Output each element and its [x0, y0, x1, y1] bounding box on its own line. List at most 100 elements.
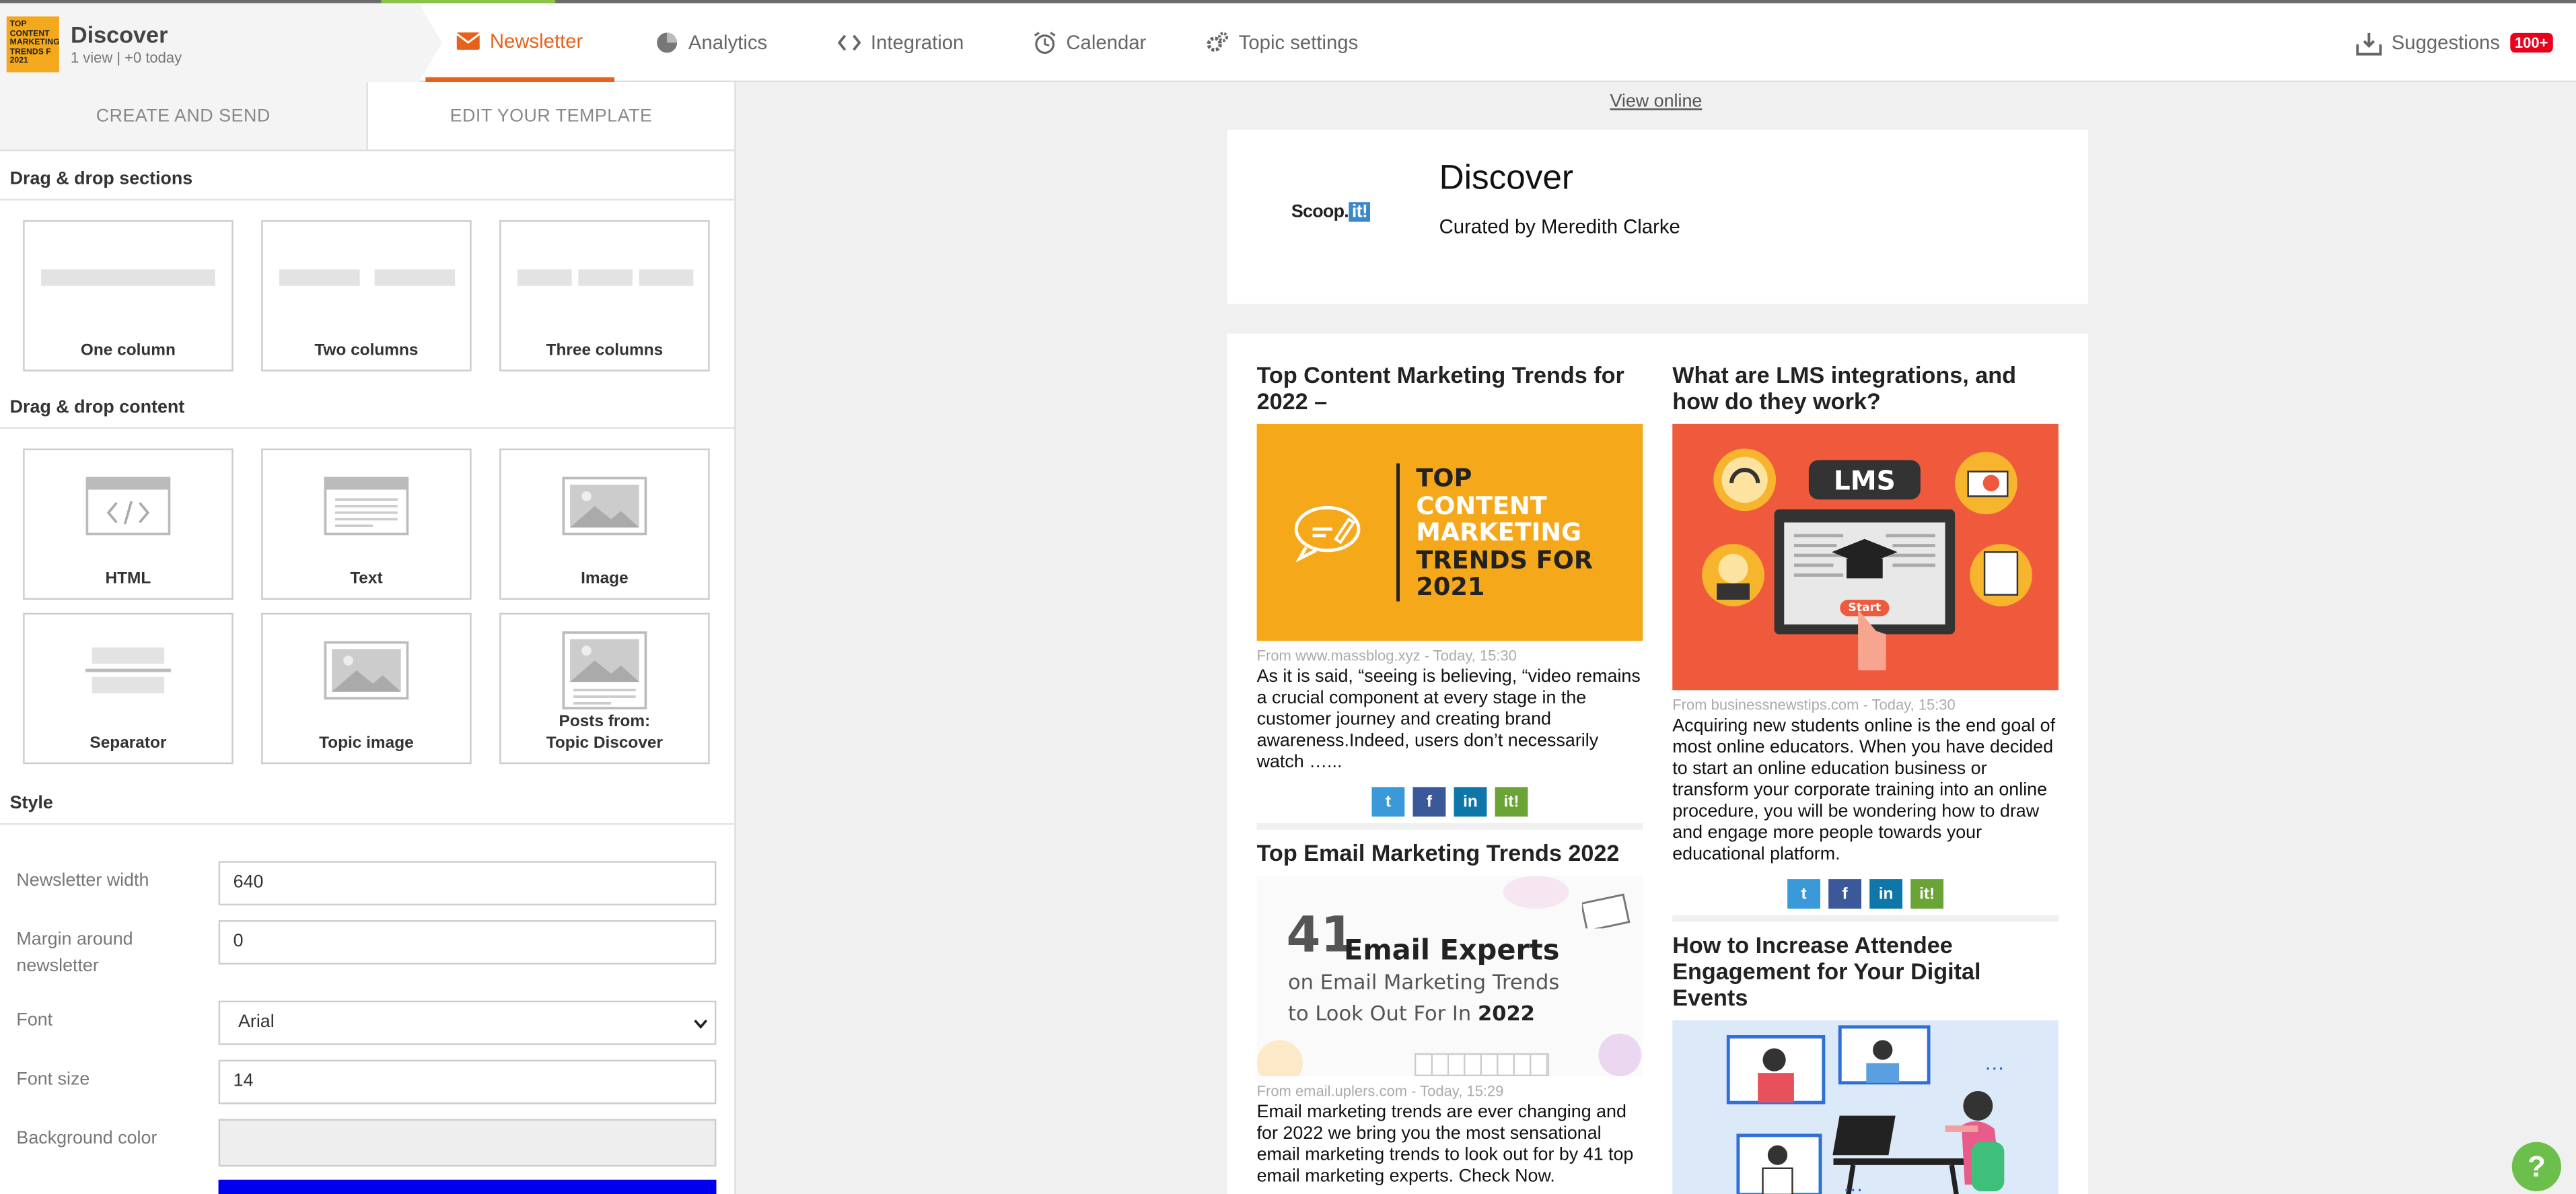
tab-analytics-label: Analytics [688, 31, 768, 55]
sections-heading: Drag & drop sections [0, 151, 735, 201]
svg-text:…: … [1843, 1173, 1863, 1194]
tab-edit-your-template[interactable]: EDIT YOUR TEMPLATE [367, 82, 735, 150]
logo-it: it! [1349, 202, 1371, 222]
topic-stats: 1 view | +0 today [70, 49, 182, 66]
link-color-swatch[interactable] [218, 1179, 717, 1194]
caption-line-3: MARKETING [1416, 518, 1582, 547]
article-divider [1256, 823, 1643, 830]
start-label: Start [1848, 601, 1882, 615]
tab-calendar[interactable]: Calendar [1034, 3, 1146, 82]
scoopit-share-icon[interactable]: it! [1910, 879, 1944, 909]
article-image[interactable]: 41 Email Experts on Email Marketing Tren… [1256, 876, 1643, 1077]
separator-icon [25, 647, 232, 694]
article-title[interactable]: Top Email Marketing Trends 2022 [1257, 840, 1643, 866]
margin-input[interactable]: 0 [218, 920, 717, 965]
linkedin-share-icon[interactable]: in [1869, 879, 1903, 909]
article-image[interactable]: LMS Start [1672, 423, 2059, 691]
twitter-share-icon[interactable]: t [1371, 787, 1405, 817]
logo-text: Scoop. [1291, 202, 1349, 222]
curated-by: Curated by Meredith Clarke [1439, 215, 1680, 238]
html-tile[interactable]: HTML [23, 448, 234, 600]
three-columns-icon [501, 269, 709, 286]
experts-line1: Email Experts [1343, 935, 1560, 968]
tab-integration-label: Integration [870, 31, 964, 55]
twitter-share-icon[interactable]: t [1787, 879, 1820, 909]
image-icon [501, 477, 709, 536]
article-source: From email.uplers.com - Today, 15:29 [1256, 1082, 1504, 1100]
divider-line [1396, 463, 1400, 602]
newsletter-width-input[interactable]: 640 [218, 861, 717, 906]
alarm-clock-icon [1034, 32, 1056, 55]
topic-title: Discover [70, 21, 168, 48]
experts-line3: to Look Out For In 2022 [1288, 1001, 1535, 1027]
linkedin-share-icon[interactable]: in [1454, 787, 1487, 817]
article-title[interactable]: Top Content Marketing Trends for 2022 – [1257, 361, 1643, 414]
newsletter-content: Top Content Marketing Trends for 2022 – … [1227, 333, 2088, 1194]
share-buttons: t f in it! [1257, 787, 1643, 817]
code-icon [838, 34, 861, 51]
newsletter-width-label: Newsletter width [16, 870, 149, 891]
envelope-icon [457, 31, 480, 49]
article-summary: Acquiring new students online is the end… [1672, 716, 2056, 865]
two-columns-tile[interactable]: Two columns [261, 220, 472, 372]
font-label: Font [16, 1010, 53, 1030]
article-title[interactable]: How to Increase Attendee Engagement for … [1672, 932, 2059, 1010]
font-select[interactable]: Arial [218, 1000, 717, 1045]
separator-tile[interactable]: Separator [23, 612, 234, 765]
help-button[interactable]: ? [2511, 1142, 2561, 1191]
style-heading: Style [0, 775, 735, 825]
image-tile[interactable]: Image [499, 448, 710, 600]
decor-grid [1414, 1053, 1550, 1077]
view-online-link[interactable]: View online [1610, 92, 1702, 112]
decor-blob [1598, 1033, 1641, 1077]
virtual-event-illustration: … … [1726, 1025, 2005, 1194]
font-size-label: Font size [16, 1069, 90, 1090]
margin-label: Margin around newsletter [16, 929, 133, 977]
article-title[interactable]: What are LMS integrations, and how do th… [1672, 361, 2059, 414]
article-divider [1672, 915, 2059, 922]
one-column-icon [25, 269, 232, 286]
suggestions-button[interactable]: Suggestions 100+ [2355, 3, 2553, 82]
pie-chart-icon [657, 32, 678, 53]
right-column: What are LMS integrations, and how do th… [1672, 361, 2059, 1194]
topic-thumbnail: TOP CONTENT MARKETING TRENDS F 2021 [6, 16, 59, 73]
text-tile[interactable]: Text [261, 448, 472, 600]
font-size-input[interactable]: 14 [218, 1059, 717, 1104]
decor-blob [1503, 876, 1569, 909]
suggestions-label: Suggestions [2391, 31, 2500, 55]
text-block-icon [263, 477, 470, 536]
topic-image-tile[interactable]: Topic image [261, 612, 472, 765]
article-summary: Email marketing trends are ever changing… [1256, 1102, 1634, 1187]
background-color-swatch[interactable] [218, 1119, 717, 1167]
scoopit-logo: Scoop. it! [1291, 202, 1371, 222]
facebook-share-icon[interactable]: f [1412, 787, 1446, 817]
posts-from-topic-tile[interactable]: Posts from: Topic Discover [499, 612, 710, 765]
three-columns-label: Three columns [546, 341, 664, 360]
one-column-tile[interactable]: One column [23, 220, 234, 372]
tab-analytics[interactable]: Analytics [655, 3, 767, 82]
article-image[interactable]: … … [1672, 1020, 2059, 1194]
one-column-label: One column [80, 341, 176, 360]
scoopit-share-icon[interactable]: it! [1495, 787, 1528, 817]
tab-newsletter[interactable]: Newsletter [425, 3, 615, 83]
article-image[interactable]: TOP CONTENT MARKETING TRENDS FOR 2021 [1256, 423, 1643, 641]
tab-integration[interactable]: Integration [838, 3, 964, 82]
topic-brand[interactable]: TOP CONTENT MARKETING TRENDS F 2021 Disc… [0, 3, 442, 83]
article-source: From www.massblog.xyz - Today, 15:30 [1256, 647, 1517, 664]
posts-icon [501, 631, 709, 710]
content-heading: Drag & drop content [0, 380, 735, 429]
section-tiles: One column Two columns Three columns [0, 201, 734, 384]
three-columns-tile[interactable]: Three columns [499, 220, 710, 372]
experts-line3-text: to Look Out For In [1287, 1000, 1472, 1026]
two-columns-icon [263, 269, 470, 286]
tab-create-and-send[interactable]: CREATE AND SEND [0, 82, 368, 150]
suggestions-count-badge: 100+ [2509, 32, 2553, 53]
background-color-label: Background color [16, 1129, 157, 1149]
topic-image-icon [263, 641, 470, 700]
experts-year: 2022 [1477, 1000, 1535, 1026]
tab-topic-settings[interactable]: Topic settings [1206, 3, 1358, 82]
inbox-download-icon [2355, 32, 2382, 55]
envelope-icon [1581, 893, 1631, 929]
facebook-share-icon[interactable]: f [1828, 879, 1861, 909]
topic-image-label: Topic image [319, 734, 414, 753]
